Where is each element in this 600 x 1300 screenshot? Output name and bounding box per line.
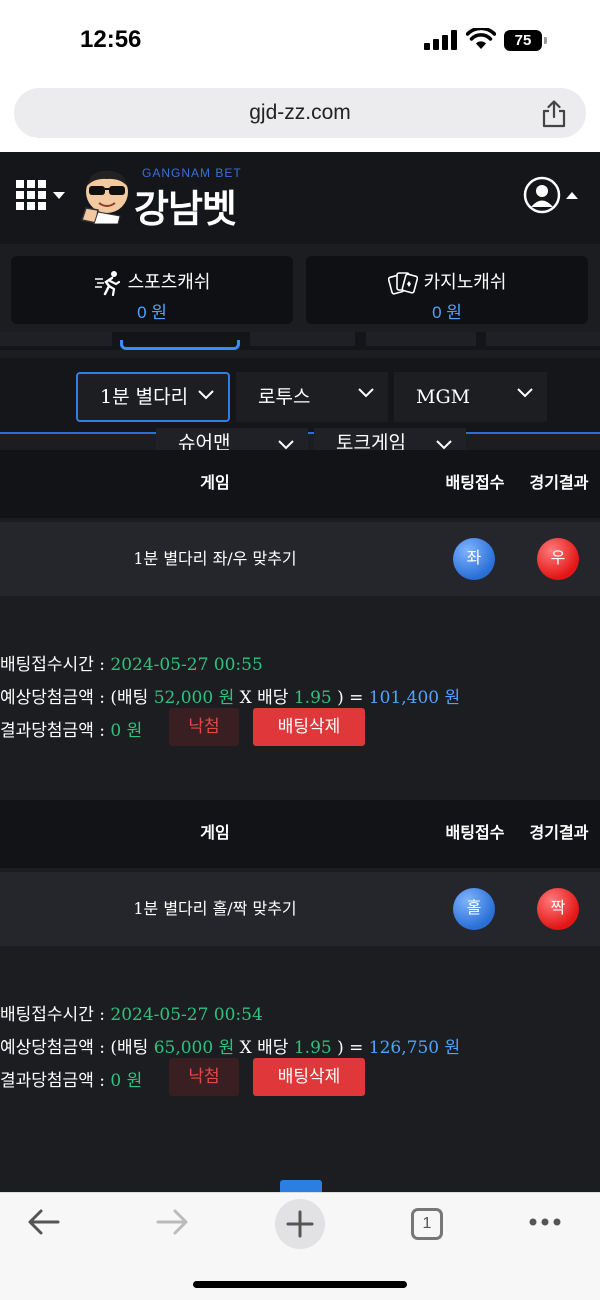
chevron-down-icon[interactable] bbox=[53, 192, 65, 199]
bet-time-line: 배팅접수시간 : 2024-05-27 00:55 bbox=[0, 655, 263, 675]
expected-win-line: 예상당첨금액 : (배팅 65,000 원 X 배당 1.95 ) = 126,… bbox=[0, 1038, 461, 1058]
delete-bet-button[interactable]: 배팅삭제 bbox=[253, 1058, 365, 1096]
result-pick-ball: 짝 bbox=[537, 888, 579, 930]
col-game: 게임 bbox=[200, 825, 230, 842]
delete-bet-button[interactable]: 배팅삭제 bbox=[253, 708, 365, 746]
expected-win: 126,750 원 bbox=[368, 1038, 461, 1058]
share-icon[interactable] bbox=[541, 100, 567, 128]
col-game: 게임 bbox=[200, 475, 230, 492]
wallet-sports-label: 스포츠캐쉬 bbox=[127, 272, 211, 292]
col-result: 경기결과 bbox=[529, 825, 589, 842]
game-select-lotus[interactable]: 로투스 bbox=[236, 372, 388, 422]
game-name: 1분 별다리 홀/짝 맞추기 bbox=[133, 899, 297, 918]
battery-indicator: 75 bbox=[504, 30, 547, 51]
wallet-sports-value: 0 원 bbox=[137, 303, 167, 322]
col-bet: 배팅접수 bbox=[445, 475, 505, 492]
signal-icon bbox=[424, 30, 457, 50]
expected-win: 101,400 원 bbox=[368, 688, 461, 708]
wallet-sports[interactable]: 스포츠캐쉬 0 원 bbox=[11, 256, 293, 324]
browser-address-area: gjd-zz.com bbox=[0, 80, 600, 152]
game-filter-bar: 1분 별다리 로투스 MGM bbox=[0, 358, 600, 434]
game-select-label: MGM bbox=[416, 386, 471, 408]
col-bet: 배팅접수 bbox=[445, 825, 505, 842]
game-select-label: 1분 별다리 bbox=[100, 386, 189, 408]
result-win-line: 결과당첨금액 : 0 원 bbox=[0, 1071, 143, 1091]
game-select-sureman[interactable]: 슈어맨 bbox=[156, 428, 308, 450]
game-select-mgm[interactable]: MGM bbox=[394, 372, 547, 422]
result-win-line: 결과당첨금액 : 0 원 bbox=[0, 721, 143, 741]
site-content: GANGNAM BET 강남벳 스포츠캐쉬 0 원 카지노캐쉬 0 원 1분 별… bbox=[0, 152, 600, 1192]
wallet-casino-label: 카지노캐쉬 bbox=[423, 272, 507, 292]
wifi-icon bbox=[466, 28, 496, 49]
wallet-casino[interactable]: 카지노캐쉬 0 원 bbox=[306, 256, 588, 324]
bet-time-line: 배팅접수시간 : 2024-05-27 00:54 bbox=[0, 1005, 263, 1025]
bet-time: 2024-05-27 00:54 bbox=[110, 1005, 263, 1025]
home-indicator bbox=[193, 1281, 407, 1288]
bet-time: 2024-05-27 00:55 bbox=[110, 655, 263, 675]
bet-amount: 52,000 bbox=[153, 688, 214, 708]
bet-odds: 1.95 bbox=[293, 1038, 332, 1058]
result-win: 0 원 bbox=[110, 1071, 143, 1091]
bet-odds: 1.95 bbox=[293, 688, 332, 708]
result-win: 0 원 bbox=[110, 721, 143, 741]
scroll-top-tab[interactable] bbox=[280, 1180, 322, 1192]
game-select-byeoldari[interactable]: 1분 별다리 bbox=[76, 372, 230, 422]
back-arrow-icon[interactable] bbox=[26, 1205, 62, 1239]
game-name: 1분 별다리 좌/우 맞추기 bbox=[133, 549, 297, 568]
status-bar: 12:56 75 bbox=[0, 0, 600, 80]
expected-win-line: 예상당첨금액 : (배팅 52,000 원 X 배당 1.95 ) = 101,… bbox=[0, 688, 461, 708]
cards-icon bbox=[387, 272, 418, 295]
bet-table-header: 게임 배팅접수 경기결과 bbox=[0, 800, 600, 868]
status-badge-lose: 낙첨 bbox=[169, 1058, 239, 1096]
game-select-label: 로투스 bbox=[258, 386, 311, 408]
url-text: gjd-zz.com bbox=[249, 101, 351, 124]
bet-table-header: 게임 배팅접수 경기결과 bbox=[0, 450, 600, 518]
bet-row: 1분 별다리 홀/짝 맞추기 홀 짝 bbox=[0, 872, 600, 946]
address-bar[interactable]: gjd-zz.com bbox=[14, 88, 586, 138]
chevron-down-icon bbox=[198, 390, 214, 400]
subtab-active-indicator[interactable] bbox=[120, 340, 240, 350]
user-avatar-icon[interactable] bbox=[523, 176, 561, 214]
col-result: 경기결과 bbox=[529, 475, 589, 492]
bet-row: 1분 별다리 좌/우 맞추기 좌 우 bbox=[0, 522, 600, 596]
site-header: GANGNAM BET 강남벳 bbox=[0, 152, 600, 244]
more-options-icon[interactable] bbox=[528, 1217, 562, 1227]
game-select-tokegame[interactable]: 토크게임 bbox=[314, 428, 466, 450]
bet-pick-ball: 홀 bbox=[453, 888, 495, 930]
result-pick-ball: 우 bbox=[537, 538, 579, 580]
forward-arrow-icon[interactable] bbox=[154, 1205, 190, 1239]
new-tab-plus-icon[interactable] bbox=[275, 1199, 325, 1249]
chevron-up-icon[interactable] bbox=[566, 192, 578, 199]
status-time: 12:56 bbox=[80, 26, 142, 53]
logo-text[interactable]: 강남벳 bbox=[134, 178, 237, 233]
battery-level: 75 bbox=[514, 32, 532, 49]
runner-icon bbox=[94, 271, 120, 297]
bet-pick-ball: 좌 bbox=[453, 538, 495, 580]
logo-mascot-icon[interactable] bbox=[80, 168, 134, 224]
bet-amount: 65,000 bbox=[153, 1038, 214, 1058]
chevron-down-icon bbox=[436, 440, 452, 450]
wallet-casino-value: 0 원 bbox=[432, 303, 462, 322]
chevron-down-icon bbox=[358, 388, 374, 398]
chevron-down-icon bbox=[278, 440, 294, 450]
status-badge-lose: 낙첨 bbox=[169, 708, 239, 746]
chevron-down-icon bbox=[517, 388, 533, 398]
tab-count-button[interactable]: 1 bbox=[411, 1208, 443, 1240]
menu-grid-icon[interactable] bbox=[16, 180, 46, 210]
